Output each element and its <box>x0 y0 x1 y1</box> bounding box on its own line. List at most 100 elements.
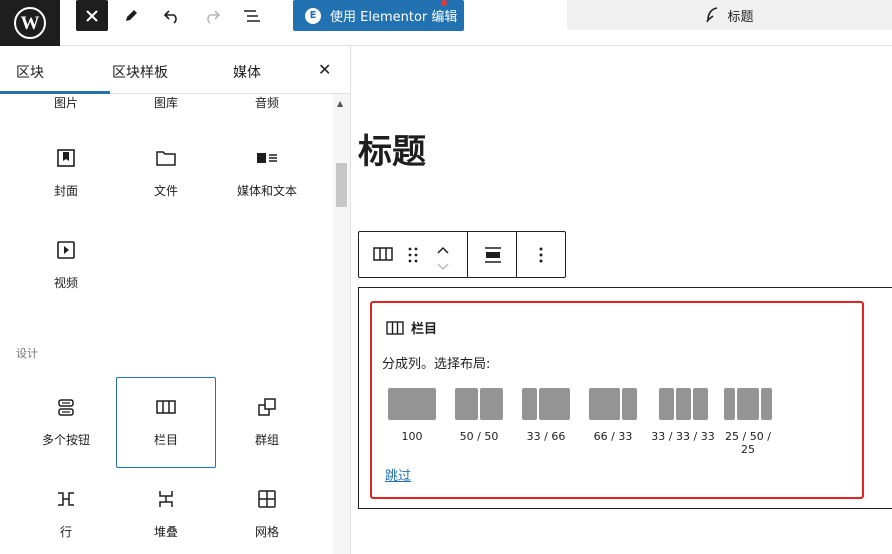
block-type-button[interactable] <box>373 246 393 266</box>
layout-option-5[interactable]: 33 / 33 / 33 <box>650 388 716 443</box>
block-video[interactable]: 视频 <box>16 238 116 291</box>
tab-patterns[interactable]: 区块样板 <box>112 62 168 82</box>
drag-handle-icon[interactable] <box>408 247 418 267</box>
elementor-icon: E <box>305 7 321 24</box>
scroll-up-arrow-icon[interactable]: ▲ <box>337 99 343 108</box>
edit-tools-button[interactable] <box>115 0 147 31</box>
block-inserter-panel: 区块 区块样板 媒体 ✕ 图片 图库 音频 封面 文件 媒体和文本 视频 设计 <box>0 46 351 554</box>
top-toolbar: W E 使用 Elementor 编辑 标题 <box>0 0 892 46</box>
buttons-icon <box>58 399 74 416</box>
align-button[interactable] <box>484 246 502 268</box>
wordpress-logo-icon[interactable]: W <box>0 0 60 46</box>
block-cover[interactable]: 封面 <box>16 146 116 199</box>
undo-icon <box>163 9 177 24</box>
placeholder-title: 栏目 <box>386 318 437 337</box>
block-label: 栏目 <box>153 433 178 447</box>
block-label: 网格 <box>254 525 279 539</box>
group-icon <box>258 398 276 416</box>
layout-preview-icon <box>583 388 643 420</box>
block-audio-label[interactable]: 音频 <box>217 94 317 111</box>
block-list-scrollbar[interactable]: ▲ <box>333 94 350 554</box>
layout-option-4[interactable]: 66 / 33 <box>583 388 643 443</box>
columns-icon <box>156 400 176 414</box>
grid-icon <box>258 490 276 508</box>
layout-column-swatch <box>589 388 620 420</box>
layout-preview-icon <box>718 388 778 420</box>
block-media-text[interactable]: 媒体和文本 <box>217 146 317 199</box>
list-view-icon <box>244 9 260 22</box>
columns-icon <box>373 247 393 261</box>
video-icon <box>57 241 75 259</box>
layout-option-2[interactable]: 50 / 50 <box>449 388 509 443</box>
chevron-up-icon <box>437 246 449 254</box>
layout-preview-icon <box>516 388 576 420</box>
block-group[interactable]: 群组 <box>217 395 317 448</box>
document-title: 标题 <box>727 9 754 25</box>
block-image-label[interactable]: 图片 <box>16 94 116 111</box>
document-overview-button[interactable] <box>236 0 268 31</box>
tab-media[interactable]: 媒体 <box>233 62 261 82</box>
category-design-heading: 设计 <box>16 347 38 360</box>
layout-preview-icon <box>650 388 716 420</box>
tab-blocks[interactable]: 区块 <box>16 62 44 82</box>
stack-icon <box>159 491 173 507</box>
layout-column-swatch <box>522 388 537 420</box>
layout-column-swatch <box>675 388 691 420</box>
pencil-icon <box>126 9 137 21</box>
block-gallery-label[interactable]: 图库 <box>116 94 216 111</box>
feather-icon <box>706 7 718 23</box>
block-label: 多个按钮 <box>41 433 90 447</box>
layout-preview-icon <box>449 388 509 420</box>
layout-column-swatch <box>658 388 674 420</box>
document-bar[interactable]: 标题 <box>567 0 892 30</box>
placeholder-title-text: 栏目 <box>411 322 438 337</box>
block-label: 群组 <box>254 433 279 447</box>
elementor-edit-button[interactable]: E 使用 Elementor 编辑 <box>293 0 464 31</box>
media-text-icon <box>257 153 277 163</box>
undo-button[interactable] <box>156 0 188 31</box>
skip-link[interactable]: 跳过 <box>385 465 411 484</box>
columns-placeholder-block: 栏目 分成列。选择布局: 100 50 / 50 33 / 66 66 / 33 33 … <box>358 287 892 509</box>
layout-option-1[interactable]: 100 <box>382 388 442 443</box>
block-label: 文件 <box>153 184 178 198</box>
align-wide-icon <box>485 247 501 263</box>
close-icon[interactable]: ✕ <box>318 60 331 79</box>
layout-column-swatch <box>480 388 503 420</box>
block-row[interactable]: 行 <box>16 487 116 540</box>
block-columns[interactable]: 栏目 <box>116 377 216 468</box>
redo-icon <box>207 9 221 24</box>
block-list: 图片 图库 音频 封面 文件 媒体和文本 视频 设计 多个按钮 栏目 群组 行 … <box>0 94 333 554</box>
close-inserter-button[interactable] <box>76 0 108 31</box>
toolbar-divider <box>516 232 517 277</box>
file-icon <box>156 151 176 166</box>
layout-column-swatch <box>539 388 570 420</box>
more-options-button[interactable] <box>539 246 543 268</box>
columns-icon <box>386 320 404 335</box>
notification-dot <box>441 0 447 6</box>
layout-column-swatch <box>692 388 708 420</box>
toolbar-divider <box>467 232 468 277</box>
layout-column-swatch <box>455 388 478 420</box>
move-down-button[interactable] <box>436 257 450 276</box>
block-toolbar <box>358 231 566 278</box>
block-buttons[interactable]: 多个按钮 <box>16 395 116 448</box>
scroll-thumb[interactable] <box>336 163 347 207</box>
post-heading[interactable]: 标题 <box>358 124 426 173</box>
layout-option-3[interactable]: 33 / 66 <box>516 388 576 443</box>
layout-column-swatch <box>737 388 759 420</box>
layout-column-swatch <box>388 388 436 420</box>
layout-option-6[interactable]: 25 / 50 / 25 <box>718 388 778 456</box>
block-label: 封面 <box>53 184 78 198</box>
block-stack[interactable]: 堆叠 <box>116 487 216 540</box>
row-icon <box>58 492 74 506</box>
redo-button[interactable] <box>196 0 228 31</box>
block-grid[interactable]: 网格 <box>217 487 317 540</box>
layout-option-label: 100 <box>401 430 423 443</box>
layout-option-label: 50 / 50 <box>459 430 499 443</box>
layout-column-swatch <box>622 388 637 420</box>
layout-column-swatch <box>724 388 735 420</box>
inserter-tabs: 区块 区块样板 媒体 ✕ <box>0 46 350 94</box>
layout-preview-icon <box>382 388 442 420</box>
block-label: 媒体和文本 <box>236 184 297 198</box>
block-file[interactable]: 文件 <box>116 146 216 199</box>
